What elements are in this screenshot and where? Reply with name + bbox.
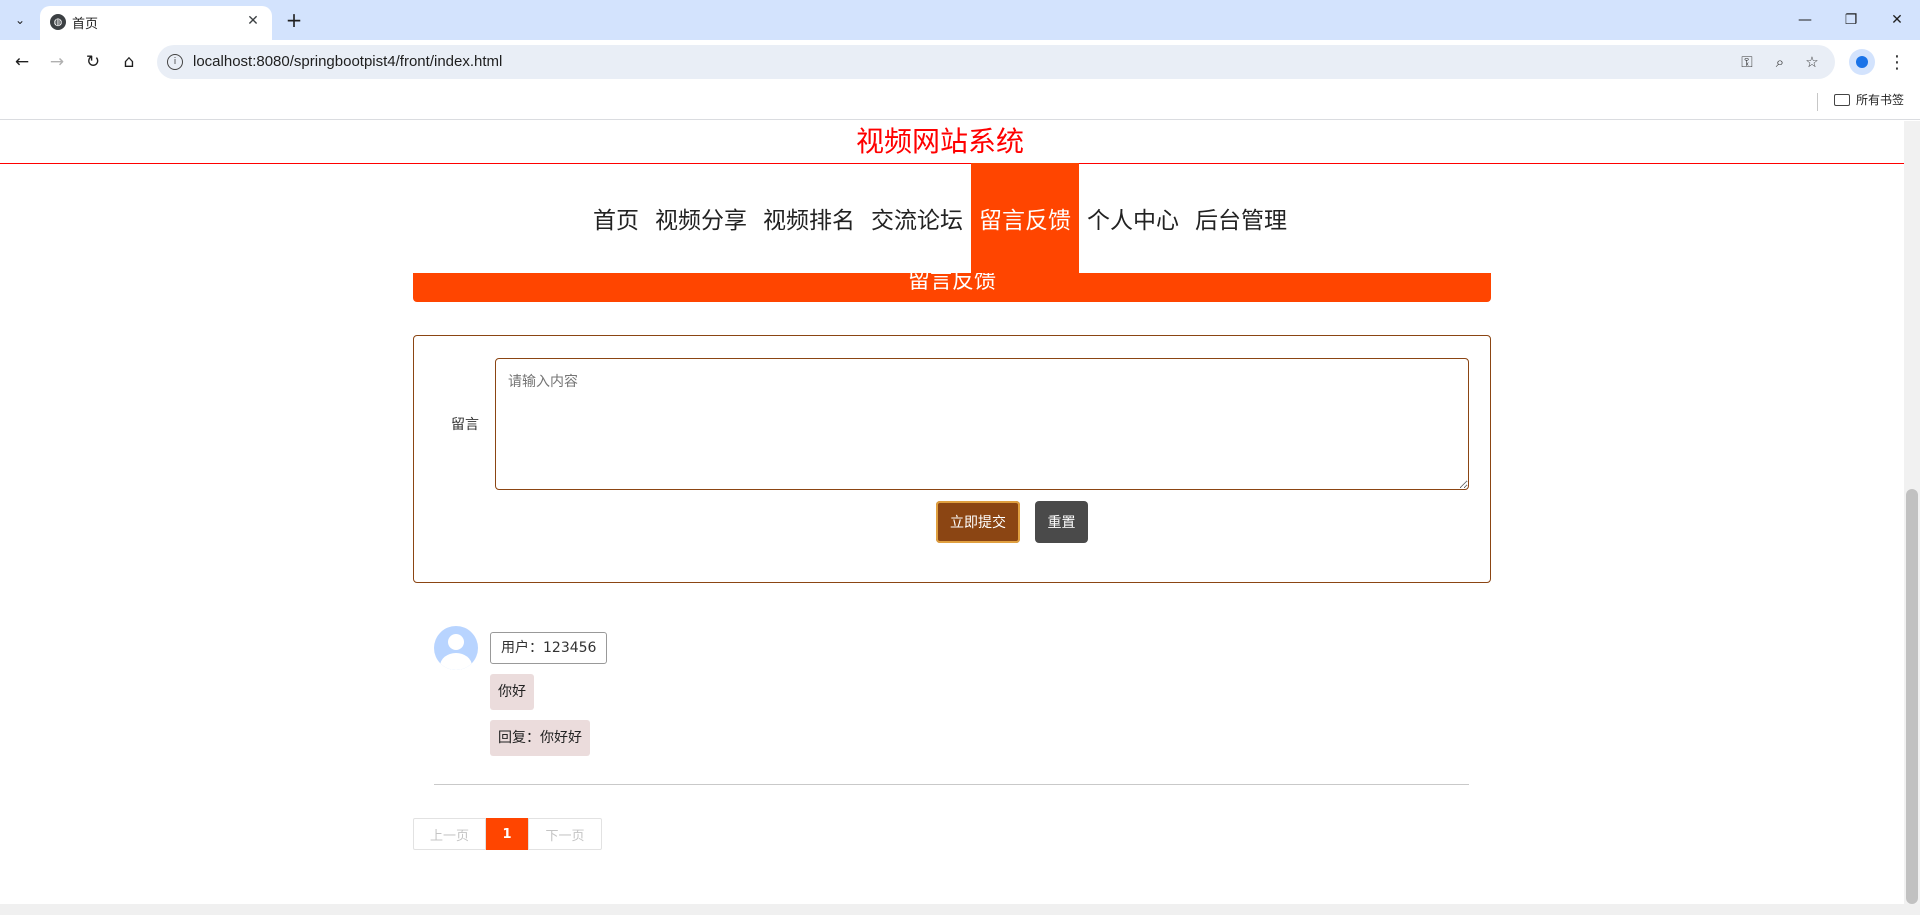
- all-bookmarks-label: 所有书签: [1856, 93, 1905, 107]
- feedback-form: 留言 立即提交 重置: [413, 335, 1491, 583]
- section-banner: 留言反馈: [413, 273, 1491, 302]
- message-reply: 回复：你好好: [490, 720, 590, 756]
- profile-avatar-icon[interactable]: [1849, 49, 1875, 75]
- message-textarea[interactable]: [495, 358, 1469, 490]
- main-nav: 首页 视频分享 视频排名 交流论坛 留言反馈 个人中心 后台管理: [0, 163, 1880, 273]
- home-icon[interactable]: ⌂: [115, 48, 143, 76]
- submit-button[interactable]: 立即提交: [936, 501, 1020, 543]
- nav-item-admin[interactable]: 后台管理: [1187, 163, 1295, 273]
- bookmark-star-icon[interactable]: ☆: [1802, 52, 1822, 72]
- site-info-icon[interactable]: i: [167, 54, 183, 70]
- site-title: 视频网站系统: [855, 125, 1024, 158]
- bookmarks-bar: 所有书签: [0, 84, 1920, 120]
- nav-item-forum[interactable]: 交流论坛: [863, 163, 971, 273]
- browser-toolbar: ← → ↻ ⌂ i localhost:8080/springbootpist4…: [0, 40, 1920, 84]
- user-avatar: [434, 626, 478, 670]
- prev-page-button[interactable]: 上一页: [413, 818, 486, 850]
- globe-icon: ◍: [50, 14, 66, 30]
- minimize-icon[interactable]: —: [1782, 6, 1828, 34]
- address-bar[interactable]: i localhost:8080/springbootpist4/front/i…: [157, 45, 1835, 79]
- restore-icon[interactable]: ❐: [1828, 6, 1874, 34]
- scrollbar-thumb[interactable]: [1906, 489, 1918, 904]
- reset-button[interactable]: 重置: [1035, 501, 1088, 543]
- message-content: 你好: [490, 674, 534, 710]
- next-page-button[interactable]: 下一页: [528, 818, 602, 850]
- nav-item-video-share[interactable]: 视频分享: [647, 163, 755, 273]
- tab-title: 首页: [72, 17, 99, 32]
- reload-icon[interactable]: ↻: [79, 48, 107, 76]
- bookmarks-separator: [1817, 93, 1818, 111]
- tab-search-icon[interactable]: ⌄: [8, 8, 32, 32]
- browser-menu-icon[interactable]: ⋮: [1887, 49, 1907, 75]
- browser-tab[interactable]: ◍ 首页 ✕: [40, 6, 272, 40]
- pagination: 上一页 1 下一页: [413, 818, 602, 850]
- zoom-icon[interactable]: ⌕: [1770, 52, 1790, 72]
- new-tab-icon[interactable]: +: [282, 8, 306, 32]
- nav-item-feedback[interactable]: 留言反馈: [971, 163, 1079, 273]
- page-viewport: 视频网站系统 首页 视频分享 视频排名 交流论坛 留言反馈 个人中心 后台管理 …: [0, 121, 1904, 904]
- message-label: 留言: [451, 417, 479, 433]
- message-divider: [434, 784, 1469, 785]
- nav-item-video-ranking[interactable]: 视频排名: [755, 163, 863, 273]
- browser-tabstrip: ⌄ ◍ 首页 ✕ + — ❐ ✕: [0, 0, 1920, 40]
- back-icon[interactable]: ←: [8, 48, 36, 76]
- password-key-icon[interactable]: ⚿: [1737, 52, 1757, 72]
- current-page-button[interactable]: 1: [486, 818, 528, 850]
- message-user: 用户：123456: [490, 632, 608, 664]
- close-window-icon[interactable]: ✕: [1874, 6, 1920, 34]
- folder-icon: [1834, 93, 1850, 106]
- all-bookmarks-button[interactable]: 所有书签: [1834, 91, 1904, 108]
- url-text[interactable]: localhost:8080/springbootpist4/front/ind…: [193, 53, 502, 70]
- page-scrollbar[interactable]: [1904, 121, 1920, 904]
- nav-item-home[interactable]: 首页: [585, 163, 647, 273]
- section-banner-title: 留言反馈: [907, 273, 996, 294]
- forward-icon[interactable]: →: [43, 48, 71, 76]
- close-tab-icon[interactable]: ✕: [244, 12, 262, 30]
- nav-item-personal-center[interactable]: 个人中心: [1079, 163, 1187, 273]
- window-bottom-edge: [0, 904, 1920, 915]
